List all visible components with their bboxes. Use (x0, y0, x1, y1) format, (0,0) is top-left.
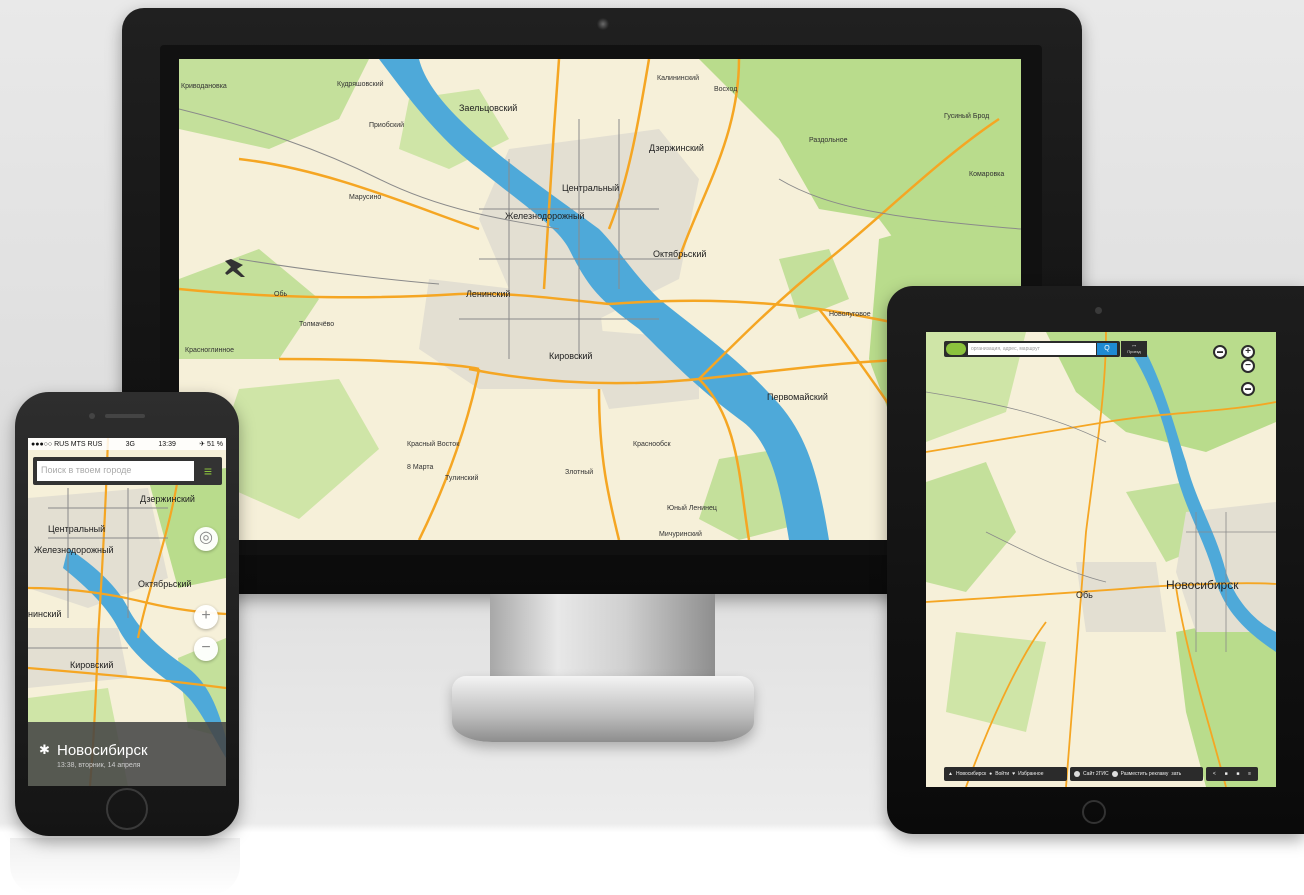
tablet-bottom-bar-middle: Сайт 2ГИС Разместить рекламу зать (1070, 767, 1203, 781)
phone-zoom-in-button[interactable]: + (194, 605, 218, 629)
tablet-login-link[interactable]: Войти (995, 771, 1009, 777)
phone-carrier: ●●●○○ RUS MTS RUS (31, 440, 103, 448)
map-label-krasnoglinnoe: Красноглинное (185, 347, 235, 354)
menu-icon[interactable]: ≡ (1248, 771, 1251, 777)
map-label-leninsky: Ленинский (466, 289, 511, 299)
phone-network: 3G (125, 440, 135, 448)
monitor-stand-base (452, 676, 754, 742)
phone-map-label-dzerzhinsky: Дзержинский (140, 494, 195, 504)
tablet-map-ob-label: Обь (1076, 590, 1093, 600)
ads-icon (1111, 771, 1118, 777)
2gis-logo-icon[interactable] (946, 343, 966, 355)
chat-icon[interactable]: ■ (1225, 771, 1228, 777)
phone-map-label-tsentralny: Центральный (48, 524, 106, 534)
map-label-gusiny-brod: Гусиный Брод (944, 113, 990, 120)
city-icon: ▲ (948, 771, 953, 777)
map-label-pervomaysky: Первомайский (767, 392, 828, 402)
tablet-ads-link[interactable]: Разместить рекламу (1121, 771, 1169, 777)
site-icon (1074, 771, 1080, 777)
tablet-zoom-out-button[interactable]: − (1241, 359, 1255, 373)
phone-status-bar: ●●●○○ RUS MTS RUS 3G 13:39 ✈ 51 % (28, 438, 226, 450)
phone-menu-icon[interactable]: ≡ (198, 463, 218, 479)
map-label-kudryashovsky: Кудряшовский (337, 81, 384, 88)
share-icon[interactable]: < (1213, 771, 1216, 777)
phone-search-input[interactable]: Поиск в твоем городе (37, 461, 194, 481)
map-label-krasny-vostok: Красный Восток (407, 441, 460, 448)
phone-home-button[interactable] (106, 788, 148, 830)
map-label-krasnoobsk: Краснообск (633, 441, 671, 448)
map-label-priobsky: Приобский (369, 122, 405, 129)
phone-map-label-oktyabrsky: Октябрьский (138, 579, 192, 589)
map-label-ob: Обь (274, 291, 288, 298)
traffic-icon[interactable]: ▬ (1213, 345, 1227, 359)
map-label-kirovsky: Кировский (549, 351, 593, 361)
map-label-tolmachevo: Толмачёво (299, 321, 335, 328)
phone-info-date: 13:38, вторник, 14 апреля (57, 762, 141, 769)
tablet-zoom-in-button[interactable]: + (1241, 345, 1255, 359)
tablet-ads-suffix: зать (1171, 771, 1182, 777)
tablet-bottom-bar-left: ▲ Новосибирск ● Войти ♥ Избранное (944, 767, 1067, 781)
map-label-krivodanovka: Криводановка (181, 83, 227, 90)
tablet-site-link[interactable]: Сайт 2ГИС (1083, 771, 1109, 777)
map-label-yuny-leninets: Юный Ленинец (667, 505, 717, 512)
map-label-kalininsky: Калининский (657, 75, 699, 82)
phone-speaker (105, 414, 145, 418)
map-label-voskhod: Восход (714, 86, 738, 93)
tablet-home-button[interactable] (1082, 800, 1106, 824)
print-icon[interactable]: ■ (1236, 771, 1239, 777)
heart-icon: ♥ (1012, 771, 1016, 777)
tablet-search-button[interactable]: Q (1097, 343, 1117, 355)
tablet-map[interactable]: Новосибирск Обь (926, 332, 1276, 787)
phone-map-label-zheleznodorozhny: Железнодорожный (34, 545, 114, 555)
phone-battery: ✈ 51 % (199, 441, 223, 448)
city-pin-icon: ✱ (39, 742, 50, 757)
map-label-8marta: 8 Марта (407, 464, 434, 471)
map-label-komarovka: Комаровка (969, 171, 1005, 178)
tablet-favorites-link[interactable]: Избранное (1018, 771, 1043, 777)
map-label-mochishche: Мичуринский (659, 531, 702, 538)
tablet-map-canvas (926, 332, 1276, 787)
tablet-bottom-bar-right: < ■ ■ ≡ (1206, 767, 1258, 781)
tablet-bottom-city[interactable]: Новосибирск (956, 771, 986, 777)
tablet-map-city-label: Новосибирск (1166, 578, 1239, 592)
map-label-marusino: Марусино (349, 194, 382, 201)
map-label-razdolnoe: Раздольное (809, 137, 848, 144)
monitor-stand-neck (490, 594, 715, 686)
monitor-camera (597, 18, 609, 30)
map-label-tsentralny: Центральный (562, 183, 620, 193)
map-label-zolotoy: Злотный (565, 469, 594, 476)
map-label-novolugovoe: Новолуговое (829, 311, 871, 318)
tablet-camera (1095, 307, 1102, 314)
map-label-oktyabrsky: Октябрьский (653, 249, 707, 259)
map-label-zheleznodorozhny: Железнодорожный (505, 211, 585, 221)
phone-map-label-kirovsky: Кировский (70, 660, 114, 670)
map-label-dzerzhinsky: Дзержинский (649, 143, 704, 153)
phone-time: 13:39 (158, 440, 176, 448)
tablet-route-button[interactable]: ⊶ Проезд (1121, 341, 1147, 357)
tablet-search-input[interactable]: организация, адрес, маршрут (968, 343, 1096, 355)
phone-reflection (10, 838, 240, 895)
phone-locate-icon[interactable]: ◎ (194, 527, 218, 551)
phone-map-label-leninsky: нинский (28, 609, 62, 619)
tablet-route-label: Проезд (1127, 349, 1141, 354)
phone-info-city: Новосибирск (57, 742, 148, 759)
phone-camera (89, 413, 95, 419)
map-label-tulinsky: Тулинский (445, 475, 479, 482)
phone-zoom-out-button[interactable]: − (194, 637, 218, 661)
map-label-zaeltsovsky: Заельцовский (459, 103, 518, 113)
user-icon: ● (989, 771, 993, 777)
layers-icon[interactable]: ▬ (1241, 382, 1255, 396)
